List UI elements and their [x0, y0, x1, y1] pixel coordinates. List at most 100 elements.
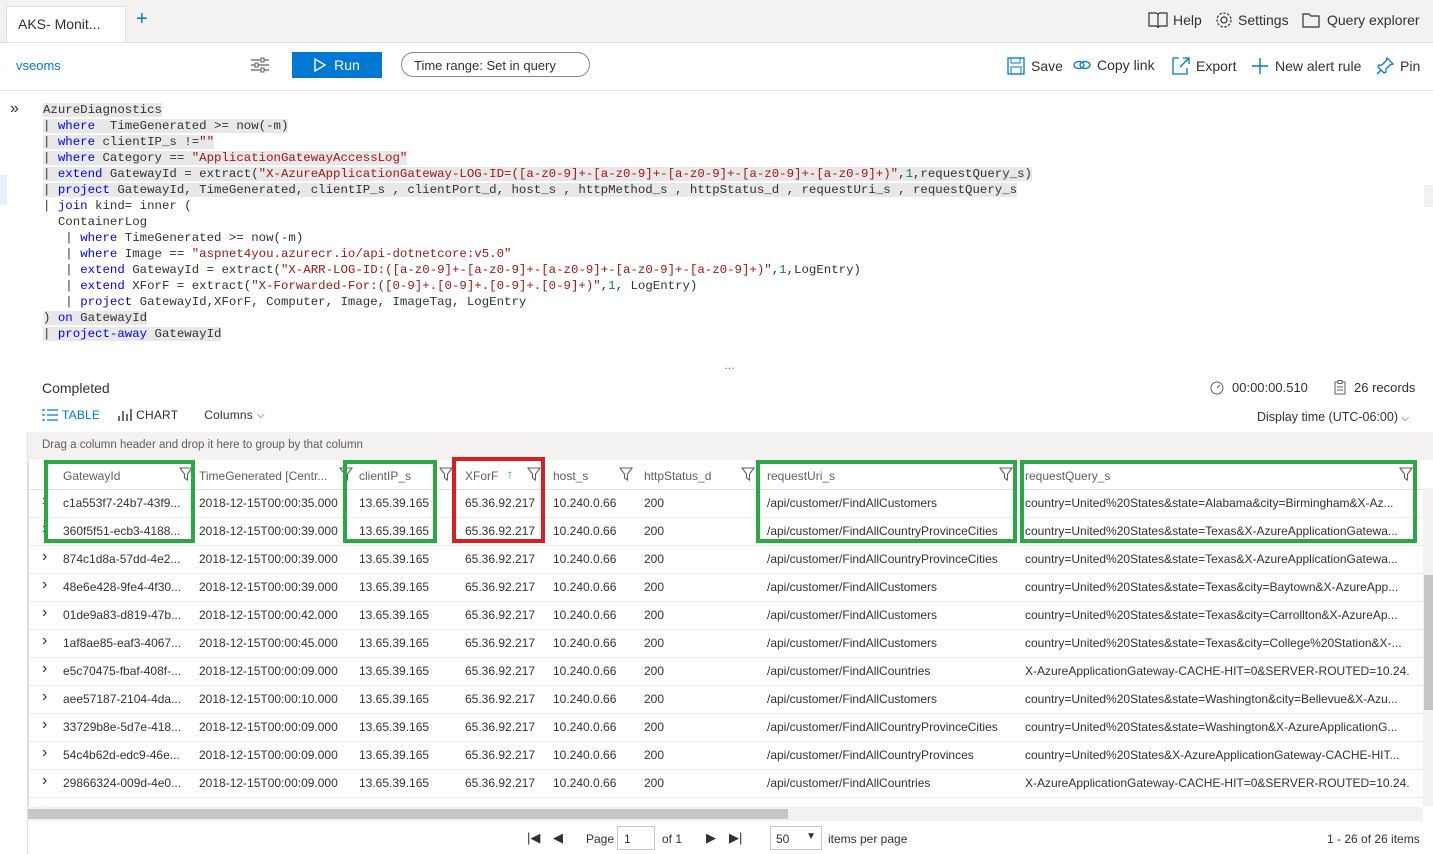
table-row[interactable]: › aee57187-2104-4da... 2018-12-15T00:00:10… — [29, 685, 1424, 714]
query-explorer-link[interactable]: Query explorer — [1302, 11, 1420, 29]
cell-httpstatus_d: 200 — [644, 748, 665, 762]
table-row[interactable]: › 48e6e428-9fe4-4f30... 2018-12-15T00:00:3… — [29, 573, 1424, 602]
query-line[interactable]: | where Category == "ApplicationGatewayA… — [43, 150, 1032, 166]
last-page-icon[interactable]: ▶| — [729, 830, 742, 846]
vertical-scroll-thumb[interactable] — [1424, 575, 1433, 710]
expand-row-icon[interactable]: › — [42, 772, 47, 790]
table-row[interactable]: › 33729b8e-5d7e-418... 2018-12-15T00:00:09… — [29, 713, 1424, 742]
cell-httpstatus_d: 200 — [644, 636, 665, 650]
query-line[interactable]: | project-away GatewayId — [43, 326, 1032, 342]
query-line[interactable]: | project GatewayId,XForF, Computer, Ima… — [43, 294, 1032, 310]
next-page-icon[interactable]: ▶ — [706, 830, 716, 846]
column-filter-icon[interactable] — [741, 467, 755, 481]
export-button[interactable]: Export — [1172, 57, 1236, 75]
filter-settings-icon[interactable] — [250, 56, 270, 74]
pane-splitter[interactable]: … — [724, 360, 736, 372]
cell-requestquery_s: country=United%20States&state=Texas&X-Az… — [1025, 552, 1398, 566]
cell-xforf: 65.36.92.217 — [465, 552, 536, 566]
cell-host_s: 10.240.0.66 — [553, 664, 617, 678]
record-count: 26 records — [1334, 380, 1415, 395]
cell-host_s: 10.240.0.66 — [553, 776, 617, 790]
items-per-page-select[interactable]: 50 ▼ — [770, 826, 822, 850]
query-line[interactable]: | extend XForF = extract("X-Forwarded-Fo… — [43, 278, 1032, 294]
cell-clientip_s: 13.65.39.165 — [359, 636, 430, 650]
save-button[interactable]: Save — [1007, 57, 1063, 75]
run-button[interactable]: Run — [292, 52, 382, 78]
expand-row-icon[interactable]: › — [42, 576, 47, 594]
plus-icon — [1252, 58, 1268, 74]
column-filter-icon[interactable] — [619, 467, 633, 481]
help-label: Help — [1173, 12, 1202, 28]
query-line[interactable]: | join kind= inner ( — [43, 198, 1032, 214]
cell-timegenerated: 2018-12-15T00:00:17.000 — [199, 804, 349, 806]
cell-gatewayid: 54c4b62d-edc9-46e... — [63, 748, 180, 762]
expand-row-icon[interactable]: › — [42, 632, 47, 650]
prev-page-icon[interactable]: ◀ — [553, 830, 563, 846]
add-tab-button[interactable]: + — [136, 9, 148, 29]
cell-requesturi_s: /api/customer/FindAllCountries — [767, 664, 931, 678]
query-line[interactable]: | where TimeGenerated >= now(-m) — [43, 118, 1032, 134]
pin-button[interactable]: Pin — [1376, 57, 1420, 75]
display-time-dropdown[interactable]: Display time (UTC-06:00) ⌵ — [1257, 410, 1409, 424]
settings-link[interactable]: Settings — [1215, 11, 1289, 29]
expand-sidebar-icon[interactable]: » — [10, 100, 19, 118]
page-total: of 1 — [662, 832, 683, 846]
cell-clientip_s: 13.65.39.165 — [359, 580, 430, 594]
cell-xforf: 65.36.92.217 — [465, 804, 545, 806]
cell-xforf: 65.36.92.217 — [465, 748, 536, 762]
tab-aks-monitor[interactable]: AKS- Monit... — [6, 6, 126, 42]
pin-label: Pin — [1400, 58, 1421, 74]
cell-timegenerated: 2018-12-15T00:00:09.000 — [199, 720, 338, 734]
table-row[interactable]: › 29866324-009d-4e0... 2018-12-15T00:00:09… — [29, 769, 1424, 798]
query-line[interactable]: | where Image == "aspnet4you.azurecr.io/… — [43, 246, 1032, 262]
workspace-selector[interactable]: vseoms — [16, 58, 61, 73]
new-alert-rule-button[interactable]: New alert rule — [1251, 57, 1361, 75]
tab-table[interactable]: TABLE — [42, 408, 100, 422]
copy-link-button[interactable]: Copy link — [1073, 57, 1155, 73]
cell-host_s: 10.240.0.66 — [553, 692, 617, 706]
cell-xforf: 65.36.92.217 — [465, 776, 536, 790]
columns-dropdown[interactable]: Columns ⌵ — [204, 408, 265, 422]
query-line[interactable]: | extend GatewayId = extract("X-AzureApp… — [43, 166, 1032, 182]
first-page-icon[interactable]: |◀ — [527, 830, 540, 846]
query-line[interactable]: AzureDiagnostics — [43, 102, 1032, 118]
expand-row-icon[interactable]: › — [42, 604, 47, 622]
expand-row-icon[interactable]: › — [42, 800, 47, 806]
table-row[interactable]: › 874c1d8a-57dd-4e2... 2018-12-15T00:00:39… — [29, 545, 1424, 574]
table-row[interactable]: › 1af8ae85-eaf3-4067... 2018-12-15T00:00:4… — [29, 629, 1424, 658]
cell-requesturi_s: /api/customer/FindAllCustomers — [767, 692, 938, 706]
red-highlight-box — [452, 457, 545, 543]
cell-xforf: 65.36.92.217 — [465, 580, 536, 594]
query-code[interactable]: AzureDiagnostics | where TimeGenerated >=… — [43, 102, 1032, 342]
expand-row-icon[interactable]: › — [42, 744, 47, 762]
settings-label: Settings — [1238, 12, 1289, 28]
horizontal-scroll-thumb[interactable] — [28, 809, 788, 819]
expand-row-icon[interactable]: › — [42, 548, 47, 566]
query-line[interactable]: | project GatewayId, TimeGenerated, clie… — [43, 182, 1032, 198]
query-line[interactable]: ) on GatewayId — [43, 310, 1032, 326]
table-row[interactable]: › e5c70475-fbaf-408f-... 2018-12-15T00:00:… — [29, 657, 1424, 686]
page-number-input[interactable]: 1 — [617, 826, 655, 850]
expand-row-icon[interactable]: › — [42, 688, 47, 706]
query-line[interactable]: | where clientIP_s !="" — [43, 134, 1032, 150]
cell-timegenerated: 2018-12-15T00:00:42.000 — [199, 608, 338, 622]
per-page-label: items per page — [828, 832, 908, 846]
column-header-5[interactable]: httpStatus_d — [644, 469, 754, 483]
tab-chart[interactable]: CHART — [118, 408, 178, 422]
query-line[interactable]: | extend GatewayId = extract("X-ARR-LOG-… — [43, 262, 1032, 278]
query-line[interactable]: ContainerLog — [43, 214, 1032, 230]
query-line[interactable]: | where TimeGenerated >= now(-m) — [43, 230, 1032, 246]
time-range-picker[interactable]: Time range: Set in query — [401, 52, 590, 77]
help-link[interactable]: Help — [1148, 11, 1202, 29]
expand-row-icon[interactable]: › — [42, 660, 47, 678]
table-row[interactable]: › 66a36fab-efd6-41f2... 2018-12-15T00:00:1… — [29, 797, 1424, 806]
expand-row-icon[interactable]: › — [42, 716, 47, 734]
editor-scrollbar[interactable] — [1424, 185, 1433, 207]
table-row[interactable]: › 54c4b62d-edc9-46e... 2018-12-15T00:00:09… — [29, 741, 1424, 770]
column-header-1[interactable]: TimeGenerated [Centr... — [199, 469, 349, 483]
column-filter-icon[interactable] — [439, 467, 453, 481]
gear-icon — [1216, 12, 1232, 28]
chevron-down-icon: ⌵ — [257, 409, 265, 421]
cell-host_s: 10.240.0.66 — [553, 748, 617, 762]
table-row[interactable]: › 01de9a83-d819-47b... 2018-12-15T00:00:42… — [29, 601, 1424, 630]
